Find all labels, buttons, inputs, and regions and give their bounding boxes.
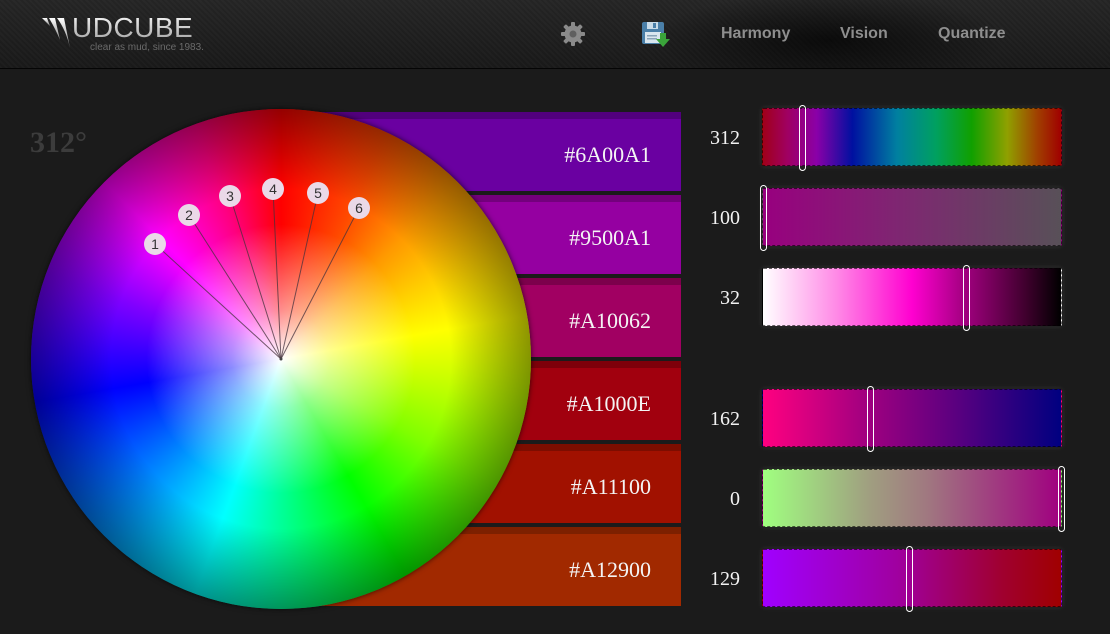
- harmony-marker-4[interactable]: 4: [262, 178, 284, 200]
- gear-icon: [561, 22, 585, 46]
- lightness-value: 32: [720, 287, 740, 309]
- blue-value: 129: [710, 568, 740, 590]
- logo-text: UDCUBE: [72, 12, 194, 43]
- save-button[interactable]: [641, 20, 670, 48]
- saturation-slider[interactable]: [760, 185, 1062, 251]
- harmony-marker-1[interactable]: 1: [144, 233, 166, 255]
- header-bar: UDCUBE clear as mud, since 1983. Harmony: [0, 0, 1110, 69]
- hue-readout: 312°: [30, 126, 87, 159]
- green-value: 0: [730, 488, 740, 510]
- floppy-disk-download-icon: [642, 22, 670, 47]
- lightness-slider[interactable]: [762, 265, 1062, 331]
- green-slider[interactable]: [762, 466, 1065, 532]
- slider-handle[interactable]: [906, 546, 914, 612]
- harmony-marker-2[interactable]: 2: [178, 204, 200, 226]
- hue-value: 312: [710, 127, 740, 149]
- hue-slider[interactable]: [762, 105, 1062, 171]
- logo[interactable]: UDCUBE clear as mud, since 1983.: [42, 12, 232, 56]
- nav-quantize[interactable]: Quantize: [938, 25, 1006, 43]
- nav-harmony[interactable]: Harmony: [721, 25, 790, 43]
- swatch-hex: #A11100: [570, 474, 651, 499]
- swatch-hex: #6A00A1: [564, 142, 651, 167]
- red-slider[interactable]: [762, 386, 1062, 452]
- swatch-hex: #A1000E: [566, 391, 651, 416]
- settings-button[interactable]: [559, 20, 587, 48]
- color-wheel[interactable]: 1 2 3 4 5 6: [31, 109, 531, 609]
- slider-handle[interactable]: [798, 105, 806, 171]
- slider-handle[interactable]: [760, 185, 767, 251]
- saturation-value: 100: [710, 207, 740, 229]
- slider-handle[interactable]: [867, 386, 875, 452]
- harmony-marker-5[interactable]: 5: [307, 182, 329, 204]
- swatch-hex: #A10062: [569, 308, 651, 333]
- logo-mark-icon: [42, 18, 70, 48]
- blue-slider[interactable]: [762, 546, 1062, 612]
- harmony-marker-3[interactable]: 3: [219, 185, 241, 207]
- nav-vision[interactable]: Vision: [840, 25, 888, 43]
- harmony-marker-6[interactable]: 6: [348, 197, 370, 219]
- logo-tagline: clear as mud, since 1983.: [90, 42, 204, 53]
- swatch-hex: #A12900: [569, 557, 651, 582]
- swatch-hex: #9500A1: [569, 225, 651, 250]
- slider-handle[interactable]: [1058, 466, 1065, 532]
- red-value: 162: [710, 408, 740, 430]
- slider-handle[interactable]: [962, 265, 970, 331]
